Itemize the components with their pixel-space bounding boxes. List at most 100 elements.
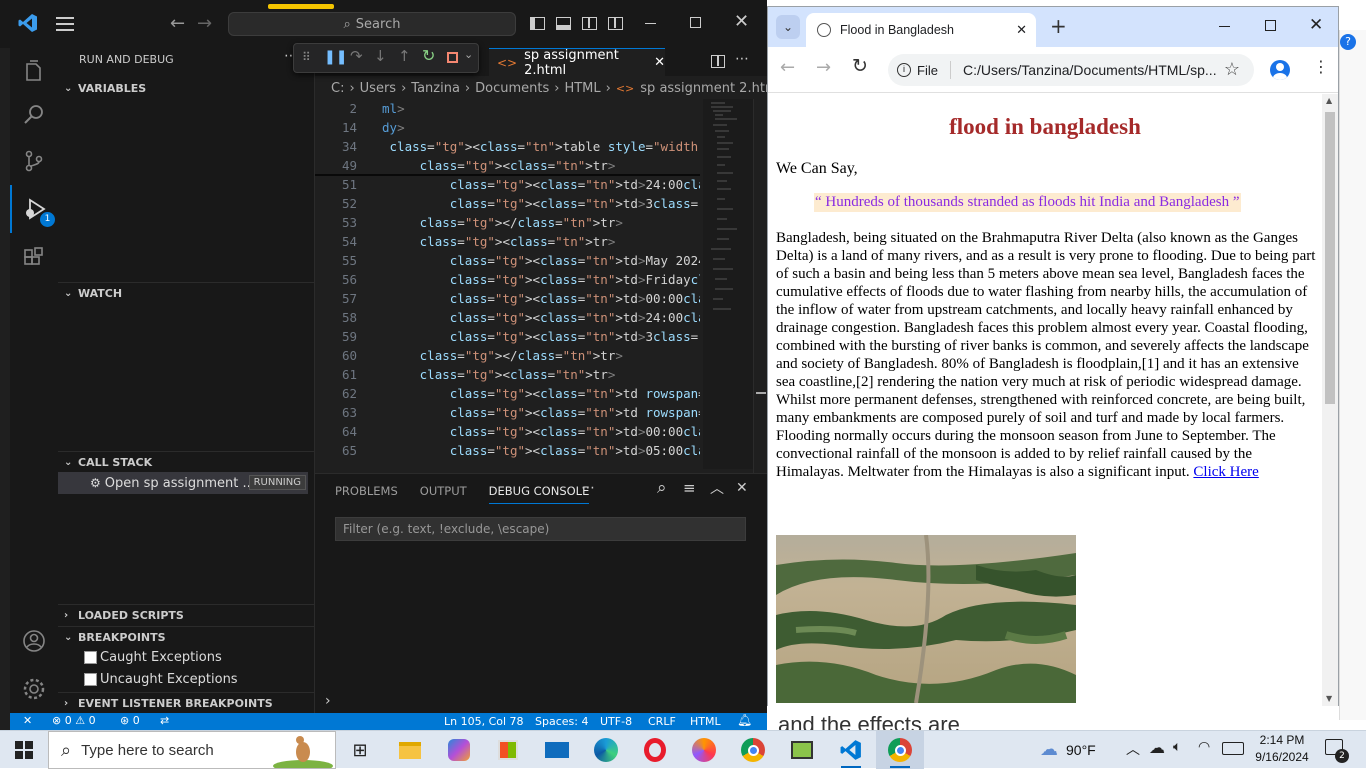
clear-console-icon[interactable]: ≡ — [683, 479, 696, 497]
indentation[interactable]: Spaces: 4 — [535, 715, 588, 728]
account-icon[interactable] — [10, 617, 58, 665]
breadcrumb-item[interactable]: C: — [331, 81, 344, 96]
source-control-icon[interactable] — [10, 137, 58, 185]
code-line[interactable]: 61 class="tg"><class="tn">tr> — [315, 365, 700, 384]
start-button[interactable] — [0, 731, 48, 769]
cursor-position[interactable]: Ln 105, Col 78 — [444, 715, 524, 728]
code-line[interactable]: 57 class="tg"><class="tn">td>00:00class=… — [315, 289, 700, 308]
breadcrumb-item[interactable]: Documents — [475, 81, 549, 96]
section-watch[interactable]: ⌄ WATCH — [58, 282, 315, 304]
code-line[interactable]: 14 dy> — [315, 118, 700, 137]
forward-arrow-icon[interactable]: → — [197, 13, 212, 34]
file-explorer-icon[interactable] — [386, 731, 434, 769]
minimize-icon[interactable] — [1219, 26, 1230, 27]
tab-sp-assignment[interactable]: <> sp assignment 2.html ✕ — [489, 48, 665, 78]
wifi-icon[interactable]: ◠ — [1198, 739, 1210, 755]
filter-input[interactable]: Filter (e.g. text, !exclude, \escape) — [335, 517, 746, 541]
drag-handle-icon[interactable]: ⠿ — [302, 50, 311, 64]
chrome-icon[interactable] — [729, 731, 777, 769]
section-call-stack[interactable]: ⌄ CALL STACK — [58, 451, 315, 473]
new-tab-icon[interactable]: + — [1050, 14, 1067, 38]
customize-layout-icon[interactable] — [608, 17, 623, 30]
section-variables[interactable]: ⌄ VARIABLES — [58, 77, 315, 99]
search-icon[interactable]: ⌕ — [657, 478, 667, 498]
explorer-icon[interactable] — [10, 48, 58, 96]
code-line[interactable]: 34 class="tg"><class="tn">table style="w… — [315, 137, 700, 156]
split-editor-icon[interactable] — [711, 55, 725, 68]
page-scrollbar[interactable]: ▲ ▼ — [1322, 94, 1338, 706]
show-hidden-icons-chevron-icon[interactable]: ︿ — [1126, 739, 1140, 759]
panel-tab[interactable]: PROBLEMS — [335, 484, 398, 504]
scroll-down-icon[interactable]: ▼ — [1326, 694, 1332, 703]
editor-more-icon[interactable]: ⋯ — [735, 51, 749, 67]
panel-tab[interactable]: DEBUG CONSOLE — [488, 484, 590, 504]
section-loaded-scripts[interactable]: › LOADED SCRIPTS — [58, 604, 315, 626]
step-over-icon[interactable]: ↷ — [350, 47, 363, 65]
breakpoint-uncaught[interactable]: Uncaught Exceptions — [84, 672, 238, 687]
breadcrumb-item[interactable]: sp assignment 2.html — [640, 81, 767, 96]
console-prompt-icon[interactable]: › — [325, 693, 331, 709]
section-breakpoints[interactable]: ⌄ BREAKPOINTS — [58, 626, 315, 648]
toggle-panel-icon[interactable] — [556, 17, 571, 30]
code-area[interactable]: 2 ml> 14 dy> 34 class="tg"><class="tn">table… — [315, 99, 700, 473]
close-panel-icon[interactable]: ✕ — [736, 480, 748, 496]
settings-gear-icon[interactable] — [10, 665, 58, 713]
microsoft-store-icon[interactable] — [484, 731, 532, 769]
editor-scrollbar[interactable] — [753, 99, 767, 473]
breadcrumb-item[interactable]: Tanzina — [411, 81, 460, 96]
task-view-icon[interactable]: ⊞ — [336, 731, 384, 769]
scroll-up-icon[interactable]: ▲ — [1326, 96, 1332, 105]
code-line[interactable]: 52 class="tg"><class="tn">td>3class="tg"… — [315, 194, 700, 213]
code-line[interactable]: 62 class="tg"><class="tn">td rowspan="2"… — [315, 384, 700, 403]
maximize-icon[interactable] — [690, 17, 701, 28]
close-icon[interactable]: ✕ — [1309, 15, 1323, 35]
browser-tab[interactable]: Flood in Bangladesh ✕ — [806, 13, 1036, 47]
reload-icon[interactable]: ↻ — [852, 55, 868, 77]
ports-indicator[interactable]: ⊛ 0 — [120, 714, 140, 727]
edge-icon[interactable] — [582, 731, 630, 769]
breadcrumb-item[interactable]: Users — [360, 81, 396, 96]
back-arrow-icon[interactable]: ← — [170, 13, 185, 34]
forward-arrow-icon[interactable]: → — [816, 57, 831, 78]
code-line[interactable]: 53 class="tg"></class="tn">tr> — [315, 213, 700, 232]
encoding[interactable]: UTF-8 — [600, 715, 632, 728]
taskbar-search-box[interactable]: ⌕ Type here to search — [48, 731, 336, 769]
minimap[interactable] — [703, 99, 753, 469]
stop-icon[interactable] — [447, 52, 458, 63]
profile-avatar-icon[interactable] — [1270, 60, 1290, 80]
code-line[interactable]: 63 class="tg"><class="tn">td rowspan="2"… — [315, 403, 700, 422]
scroll-thumb[interactable] — [1325, 112, 1335, 404]
call-stack-item[interactable]: ⚙ Open sp assignment ... RUNNING — [58, 472, 308, 494]
search-icon[interactable] — [10, 90, 58, 138]
opera-icon[interactable] — [631, 731, 679, 769]
code-line[interactable]: 55 class="tg"><class="tn">td>May 2024cla… — [315, 251, 700, 270]
run-and-debug-icon[interactable]: 1 — [10, 185, 58, 233]
stop-dropdown-icon[interactable]: ⌄ — [464, 48, 473, 61]
restart-icon[interactable]: ↻ — [422, 46, 435, 65]
code-line[interactable]: 58 class="tg"><class="tn">td>24:00class=… — [315, 308, 700, 327]
weather-widget[interactable]: ☁ 90°F — [1040, 739, 1096, 760]
code-line[interactable]: 59 class="tg"><class="tn">td>3class="tg"… — [315, 327, 700, 346]
breadcrumb-item[interactable]: HTML — [564, 81, 600, 96]
code-line[interactable]: 60 class="tg"></class="tn">tr> — [315, 346, 700, 365]
panel-more-icon[interactable]: ⋯ — [581, 480, 595, 496]
code-line[interactable]: 51 class="tg"><class="tn">td>24:00class=… — [315, 175, 700, 194]
caught-checkbox[interactable] — [84, 651, 97, 664]
language-mode[interactable]: HTML — [690, 715, 721, 728]
tab-close-icon[interactable]: ✕ — [654, 55, 665, 70]
chrome-taskbar-icon-active[interactable] — [876, 731, 924, 769]
toggle-secondary-sidebar-icon[interactable] — [582, 17, 597, 30]
code-line[interactable]: 65 class="tg"><class="tn">td>05:00class=… — [315, 441, 700, 460]
bookmark-star-icon[interactable]: ☆ — [1224, 59, 1240, 80]
breakpoint-caught[interactable]: Caught Exceptions — [84, 650, 222, 665]
extensions-icon[interactable] — [10, 234, 58, 282]
uncaught-checkbox[interactable] — [84, 673, 97, 686]
close-icon[interactable]: ✕ — [734, 11, 749, 32]
line-ending[interactable]: CRLF — [648, 715, 676, 728]
code-line[interactable]: 64 class="tg"><class="tn">td>00:00class=… — [315, 422, 700, 441]
volume-icon[interactable]: 🔈︎ — [1173, 739, 1181, 755]
click-here-link[interactable]: Click Here — [1193, 464, 1258, 480]
pause-icon[interactable]: ❚❚ — [324, 49, 347, 65]
archive-app-icon[interactable] — [778, 731, 826, 769]
clock[interactable]: 2:14 PM 9/16/2024 — [1254, 732, 1310, 766]
